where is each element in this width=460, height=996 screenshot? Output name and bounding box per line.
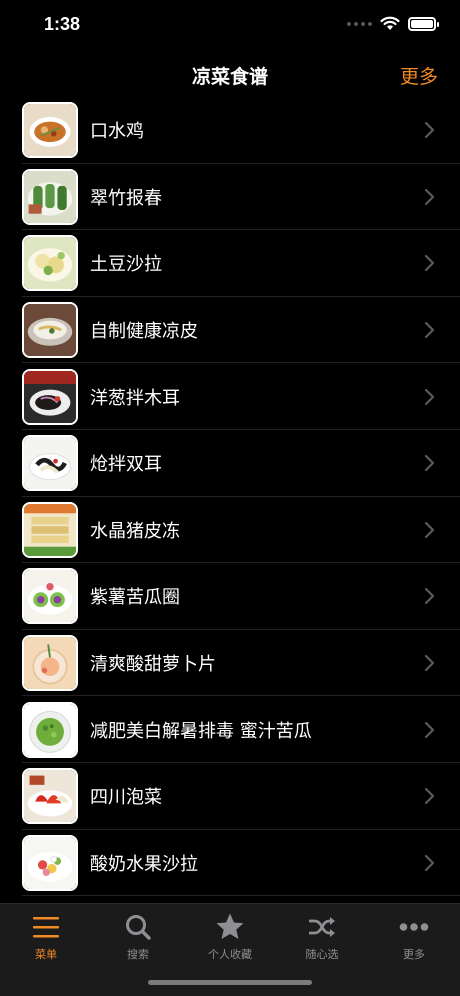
tab-label: 菜单: [35, 948, 57, 961]
recipe-list: 口水鸡翠竹报春土豆沙拉自制健康凉皮 洋葱拌木耳炝拌双耳水晶猪皮冻紫薯苦瓜圈清爽酸甜…: [0, 97, 460, 896]
recipe-thumbnail: [22, 768, 78, 825]
yogurt-fruit-salad-photo: [24, 836, 76, 889]
recipe-row[interactable]: 紫薯苦瓜圈: [0, 563, 460, 630]
recipe-thumbnail: [22, 701, 78, 758]
recipe-name: 减肥美白解暑排毒 蜜汁苦瓜: [90, 720, 312, 742]
recipe-name: 清爽酸甜萝卜片: [90, 654, 216, 676]
chevron-right-icon: [424, 321, 435, 339]
status-indicators: [347, 16, 439, 31]
navigation-bar: 凉菜食谱 更多: [0, 52, 460, 96]
recipe-row[interactable]: 四川泡菜: [0, 763, 460, 830]
double-fungus-photo: [24, 437, 76, 490]
chevron-right-icon: [424, 588, 435, 605]
recipe-row[interactable]: 洋葱拌木耳: [0, 363, 460, 430]
recipe-thumbnail: [22, 302, 78, 359]
menu-icon: [0, 912, 92, 942]
recipe-thumbnail: [22, 435, 78, 492]
tab-label: 个人收藏: [208, 948, 252, 961]
recipe-thumbnail: [22, 102, 78, 159]
tab-menu[interactable]: 菜单: [0, 912, 92, 962]
recipe-row[interactable]: 清爽酸甜萝卜片: [0, 630, 460, 697]
star-icon: [184, 912, 276, 942]
purple-potato-bitter-melon-photo: [24, 570, 76, 623]
signal-icon: [347, 21, 372, 26]
search-icon: [92, 912, 184, 942]
recipe-name: 酸奶水果沙拉: [90, 853, 198, 875]
recipe-name: 紫薯苦瓜圈: [90, 587, 180, 609]
more-icon: [368, 912, 460, 942]
recipe-name: 炝拌双耳: [90, 454, 162, 476]
chevron-right-icon: [424, 255, 435, 272]
recipe-row[interactable]: 水晶猪皮冻: [0, 497, 460, 564]
recipe-row[interactable]: 翠竹报春: [0, 164, 460, 231]
recipe-thumbnail: [22, 501, 78, 558]
tab-label: 更多: [403, 948, 425, 961]
recipe-name: 口水鸡: [90, 121, 144, 143]
recipe-thumbnail: [22, 834, 78, 891]
chevron-right-icon: [424, 122, 435, 139]
recipe-name: 四川泡菜: [90, 787, 162, 809]
recipe-row[interactable]: 土豆沙拉: [0, 230, 460, 297]
recipe-row[interactable]: 自制健康凉皮: [0, 297, 460, 364]
chevron-right-icon: [424, 521, 435, 538]
recipe-name: 翠竹报春: [90, 187, 162, 209]
sichuan-pickles-photo: [24, 770, 76, 823]
recipe-thumbnail: [22, 235, 78, 292]
battery-icon: [408, 16, 439, 31]
recipe-name: 土豆沙拉: [90, 254, 162, 276]
spicy-chicken-photo: [24, 104, 76, 157]
recipe-row[interactable]: 减肥美白解暑排毒 蜜汁苦瓜: [0, 696, 460, 763]
recipe-thumbnail: [22, 168, 78, 225]
status-time: 1:38: [44, 14, 81, 34]
tab-shuffle[interactable]: 随心选: [276, 912, 368, 962]
tab-label: 随心选: [305, 948, 339, 961]
tab-search[interactable]: 搜索: [92, 912, 184, 962]
tab-more[interactable]: 更多: [368, 912, 460, 962]
chevron-right-icon: [424, 455, 435, 472]
green-rolls-photo: [24, 170, 76, 223]
wifi-icon: [380, 16, 400, 30]
recipe-name: 水晶猪皮冻: [90, 520, 180, 542]
pork-jelly-photo: [24, 503, 76, 556]
recipe-thumbnail: [22, 368, 78, 425]
chevron-right-icon: [424, 721, 435, 738]
tab-label: 搜索: [127, 948, 149, 961]
chevron-right-icon: [424, 654, 435, 672]
tab-star[interactable]: 个人收藏: [184, 912, 276, 962]
recipe-thumbnail: [22, 568, 78, 625]
recipe-row[interactable]: 口水鸡: [0, 97, 460, 164]
honey-bitter-melon-photo: [24, 703, 76, 756]
more-button[interactable]: 更多: [400, 62, 438, 89]
recipe-thumbnail: [22, 635, 78, 692]
onion-fungus-photo: [24, 370, 76, 423]
radish-slices-photo: [24, 637, 76, 690]
chevron-right-icon: [424, 188, 435, 205]
page-title: 凉菜食谱: [191, 66, 268, 88]
recipe-name: 洋葱拌木耳: [90, 387, 180, 409]
potato-salad-photo: [24, 237, 76, 290]
recipe-row[interactable]: 酸奶水果沙拉: [0, 830, 460, 897]
chevron-right-icon: [424, 788, 435, 805]
home-indicator: [148, 980, 312, 985]
recipe-row[interactable]: 炝拌双耳: [0, 430, 460, 497]
chevron-right-icon: [424, 388, 435, 405]
recipe-name: 自制健康凉皮: [90, 321, 198, 343]
liangpi-photo: [24, 304, 76, 357]
chevron-right-icon: [424, 854, 435, 871]
status-bar: 1:38: [0, 0, 460, 50]
shuffle-icon: [276, 912, 368, 942]
